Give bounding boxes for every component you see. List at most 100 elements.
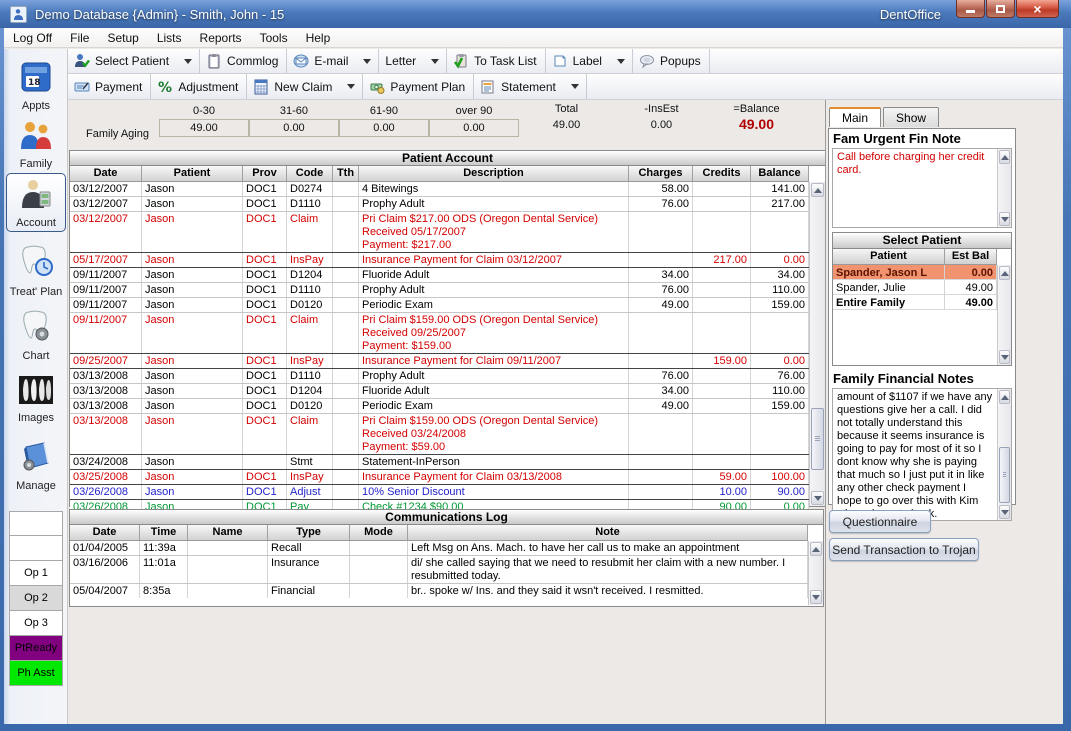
scroll-up-icon[interactable] [999, 266, 1010, 280]
commlog-scrollbar[interactable] [808, 541, 823, 605]
sidebar-module-chart[interactable]: Chart [6, 305, 66, 364]
table-row[interactable]: 09/11/2007JasonDOC1D1110Prophy Adult76.0… [70, 282, 809, 297]
urgent-note-scrollbar[interactable] [997, 149, 1011, 227]
tab-main[interactable]: Main [829, 107, 881, 127]
new-claim-dropdown[interactable] [340, 74, 363, 99]
sidebar-module-treatplan[interactable]: Treat' Plan [6, 241, 66, 300]
op-item-ptready[interactable]: PtReady [9, 636, 63, 661]
table-row[interactable]: 03/12/2007JasonDOC1D1110Prophy Adult76.0… [70, 196, 809, 211]
op-item-ph-asst[interactable]: Ph Asst [9, 661, 63, 686]
menu-lists[interactable]: Lists [148, 29, 191, 47]
column-header-code[interactable]: Code [287, 166, 333, 181]
column-header-tth[interactable]: Tth [333, 166, 359, 181]
select-patient-button[interactable]: Select Patient [68, 49, 177, 73]
table-row[interactable]: 09/25/2007JasonDOC1InsPayInsurance Payme… [70, 353, 809, 368]
table-row[interactable]: 09/11/2007JasonDOC1D1204Fluoride Adult34… [70, 267, 809, 282]
op-item-empty[interactable] [9, 536, 63, 561]
to-task-list-button[interactable]: To Task List [447, 49, 545, 73]
table-row[interactable]: 01/04/200511:39aRecallLeft Msg on Ans. M… [70, 541, 808, 555]
column-header-date[interactable]: Date [70, 525, 140, 540]
patient-account-scrollbar[interactable] [809, 182, 825, 506]
op-item-op-3[interactable]: Op 3 [9, 611, 63, 636]
scroll-down-icon[interactable] [810, 590, 822, 604]
label-dropdown[interactable] [610, 49, 633, 73]
new-claim-button[interactable]: New Claim [247, 74, 340, 99]
minimize-button[interactable] [956, 0, 985, 18]
commlog-button[interactable]: Commlog [200, 49, 287, 73]
column-header-mode[interactable]: Mode [350, 525, 408, 540]
scrollbar-thumb[interactable] [811, 408, 824, 470]
close-button[interactable]: × [1016, 0, 1059, 18]
scroll-down-icon[interactable] [999, 212, 1010, 226]
column-header-name[interactable]: Name [188, 525, 268, 540]
column-header-charges[interactable]: Charges [629, 166, 693, 181]
urgent-note-box[interactable]: Call before charging her credit card. [832, 148, 1012, 228]
statement-dropdown[interactable] [564, 74, 587, 99]
patient-list-row[interactable]: Spander, Julie49.00 [833, 280, 997, 295]
letter-button[interactable]: Letter [379, 49, 424, 73]
e-mail-button[interactable]: E-mail [287, 49, 356, 73]
sidebar-module-family[interactable]: Family [6, 115, 66, 172]
menu-log-off[interactable]: Log Off [4, 29, 61, 47]
table-row[interactable]: 03/12/2007JasonDOC1D02744 Bitewings58.00… [70, 182, 809, 196]
scroll-down-icon[interactable] [999, 350, 1010, 364]
menu-setup[interactable]: Setup [98, 29, 147, 47]
column-header-patient[interactable]: Patient [833, 249, 945, 264]
menu-file[interactable]: File [61, 29, 98, 47]
menu-help[interactable]: Help [297, 29, 340, 47]
scroll-up-icon[interactable] [999, 390, 1010, 404]
select-patient-dropdown[interactable] [177, 49, 200, 73]
column-header-type[interactable]: Type [268, 525, 350, 540]
questionnaire-button[interactable]: Questionnaire [829, 510, 931, 533]
table-row[interactable]: 03/12/2007JasonDOC1ClaimPri Claim $217.0… [70, 211, 809, 252]
scroll-up-icon[interactable] [999, 150, 1010, 164]
op-item-op-2[interactable]: Op 2 [9, 586, 63, 611]
scroll-up-icon[interactable] [810, 542, 822, 556]
menu-reports[interactable]: Reports [191, 29, 251, 47]
tab-show[interactable]: Show [883, 107, 939, 127]
column-header-prov[interactable]: Prov [243, 166, 287, 181]
sidebar-module-images[interactable]: Images [6, 371, 66, 426]
table-row[interactable]: 09/11/2007JasonDOC1D0120Periodic Exam49.… [70, 297, 809, 312]
select-patient-scrollbar[interactable] [997, 265, 1011, 365]
column-header-est-bal[interactable]: Est Bal [945, 249, 997, 264]
send-transaction-trojan-button[interactable]: Send Transaction to Trojan [829, 538, 979, 561]
op-item-op-1[interactable]: Op 1 [9, 561, 63, 586]
fin-notes-scrollbar[interactable] [997, 389, 1011, 520]
sidebar-module-manage[interactable]: Manage [6, 437, 66, 494]
table-row[interactable]: 03/13/2008JasonDOC1D1110Prophy Adult76.0… [70, 368, 809, 383]
table-row[interactable]: 05/04/20078:35aFinancialbr.. spoke w/ In… [70, 583, 808, 598]
e-mail-dropdown[interactable] [356, 49, 379, 73]
table-row[interactable]: 03/13/2008JasonDOC1D1204Fluoride Adult34… [70, 383, 809, 398]
column-header-balance[interactable]: Balance [751, 166, 809, 181]
table-row[interactable]: 09/11/2007JasonDOC1ClaimPri Claim $159.0… [70, 312, 809, 353]
scroll-down-icon[interactable] [811, 491, 824, 505]
patient-list-row[interactable]: Entire Family49.00 [833, 295, 997, 310]
statement-button[interactable]: Statement [474, 74, 564, 99]
adjustment-button[interactable]: %Adjustment [151, 74, 247, 99]
label-button[interactable]: Label [546, 49, 610, 73]
column-header-time[interactable]: Time [140, 525, 188, 540]
family-financial-notes-box[interactable]: amount of $1107 if we have any questions… [832, 388, 1012, 521]
table-row[interactable]: 03/26/2008JasonDOC1Adjust10% Senior Disc… [70, 484, 809, 499]
maximize-button[interactable] [986, 0, 1015, 18]
popups-button[interactable]: Popups [633, 49, 710, 73]
patient-list-row[interactable]: Spander, Jason L0.00 [833, 265, 997, 280]
table-row[interactable]: 03/25/2008JasonDOC1InsPayInsurance Payme… [70, 469, 809, 484]
table-row[interactable]: 05/17/2007JasonDOC1InsPayInsurance Payme… [70, 252, 809, 267]
column-header-note[interactable]: Note [408, 525, 808, 540]
payment-button[interactable]: Payment [68, 74, 151, 99]
table-row[interactable]: 03/13/2008JasonDOC1D0120Periodic Exam49.… [70, 398, 809, 413]
payment-plan-button[interactable]: Payment Plan [363, 74, 474, 99]
column-header-description[interactable]: Description [359, 166, 629, 181]
table-row[interactable]: 03/24/2008JasonStmtStatement-InPerson [70, 454, 809, 469]
op-item-empty[interactable] [9, 511, 63, 536]
sidebar-module-account[interactable]: Account [6, 173, 66, 232]
scroll-up-icon[interactable] [811, 183, 824, 197]
column-header-date[interactable]: Date [70, 166, 142, 181]
sidebar-module-appts[interactable]: 18Appts [6, 57, 66, 114]
table-row[interactable]: 03/16/200611:01aInsurancedi/ she called … [70, 555, 808, 583]
menu-tools[interactable]: Tools [251, 29, 297, 47]
scrollbar-thumb[interactable] [999, 447, 1010, 503]
letter-dropdown[interactable] [424, 49, 447, 73]
